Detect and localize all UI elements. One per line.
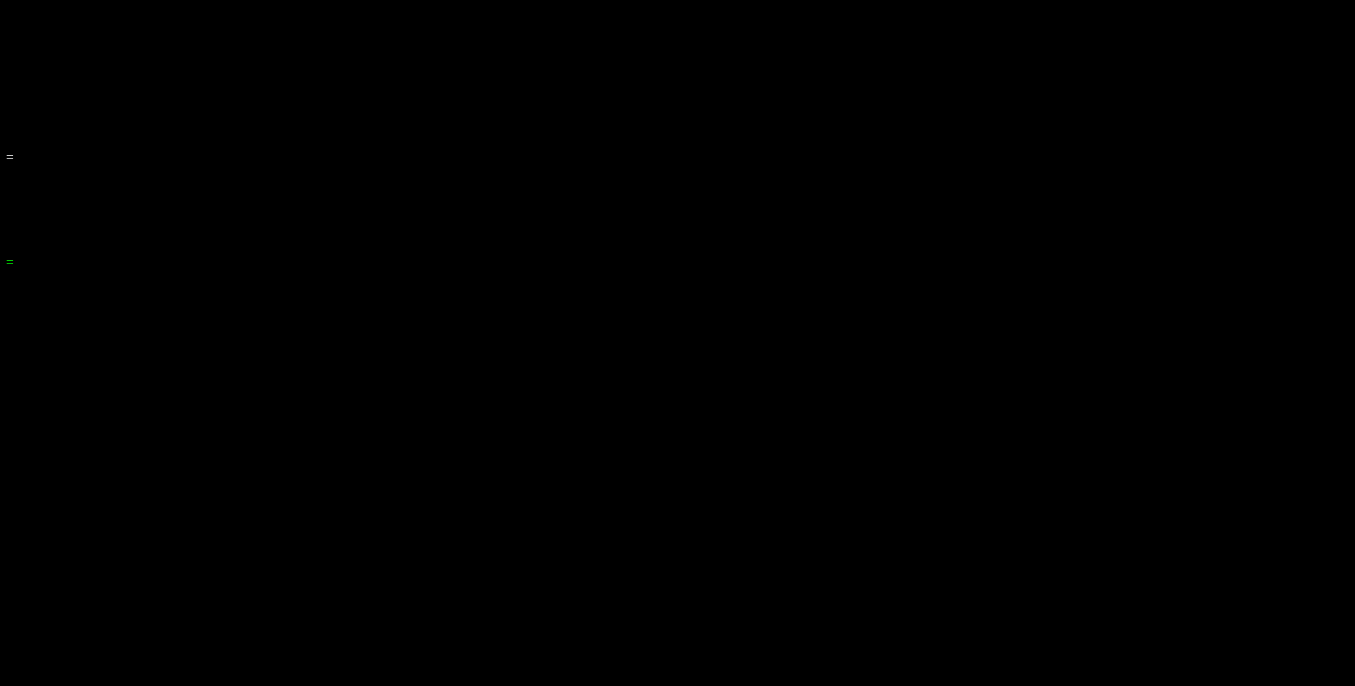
terminal[interactable]: = =: [0, 0, 1355, 337]
env-path: =: [6, 256, 1351, 271]
env-ls-colors: =: [6, 151, 1351, 166]
